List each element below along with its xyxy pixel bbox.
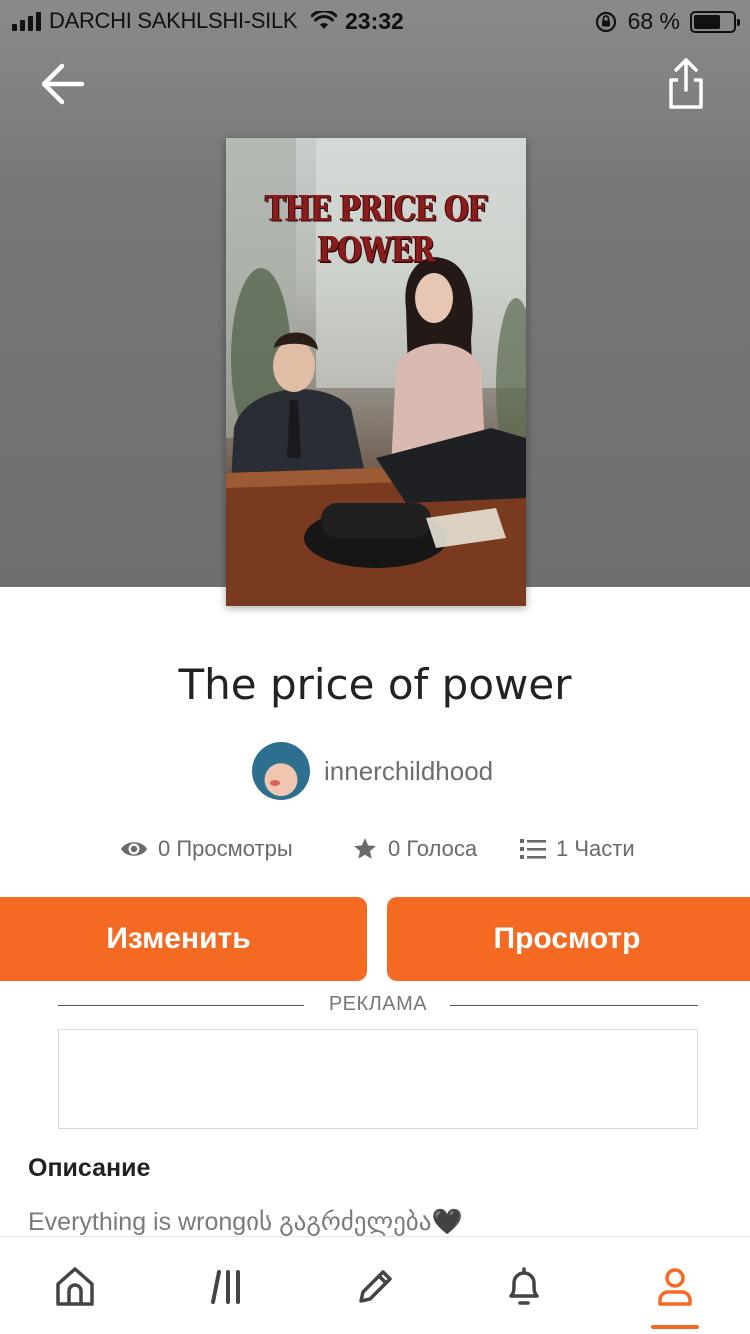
description-text: Everything is wrongის გაგრძელება🖤 (28, 1208, 463, 1236)
views-stat: 0 Просмотры (120, 830, 293, 868)
bottom-tab-bar (0, 1236, 750, 1334)
votes-stat: 0 Голоса (352, 830, 477, 868)
parts-stat: 1 Части (520, 830, 635, 868)
eye-icon (121, 842, 147, 856)
share-icon (669, 58, 703, 109)
ad-slot[interactable] (58, 1029, 698, 1129)
star-icon (354, 838, 376, 859)
orientation-lock-icon (595, 11, 616, 32)
avatar (252, 742, 310, 800)
parts-count: 1 Части (556, 836, 635, 861)
story-stats: 0 Просмотры 0 Голоса 1 Части (0, 830, 750, 868)
description-heading: Описание (28, 1154, 151, 1182)
clock: 23:32 (345, 8, 404, 34)
library-icon (211, 1270, 240, 1304)
cover-title-text: THE PRICE OF POWER (265, 187, 487, 271)
back-button[interactable] (36, 58, 92, 110)
edit-button[interactable]: Изменить (0, 897, 367, 981)
home-icon (56, 1267, 94, 1306)
tab-library[interactable] (196, 1257, 256, 1317)
write-icon (359, 1270, 392, 1303)
ad-label-row: РЕКЛАМА (58, 993, 698, 1017)
battery-percent: 68 % (627, 8, 680, 34)
notifications-icon (509, 1267, 539, 1305)
author-link[interactable]: innerchildhood (252, 742, 493, 800)
tab-notifications[interactable] (494, 1257, 554, 1317)
author-name: innerchildhood (324, 755, 494, 786)
tab-write[interactable] (345, 1257, 405, 1317)
story-title: The price of power (178, 660, 572, 709)
divider-right (450, 1005, 698, 1006)
wifi-icon (311, 11, 338, 29)
preview-button[interactable]: Просмотр (387, 897, 750, 981)
carrier-name: DARCHI SAKHLSHI-SILK (49, 8, 298, 33)
share-button[interactable] (664, 56, 708, 112)
votes-count: 0 Голоса (388, 836, 478, 861)
views-count: 0 Просмотры (158, 836, 293, 861)
battery-icon (690, 10, 740, 33)
list-icon (520, 839, 546, 859)
profile-icon (658, 1268, 692, 1306)
active-tab-indicator (651, 1325, 699, 1329)
tab-profile[interactable] (645, 1257, 705, 1317)
signal-icon (12, 11, 41, 31)
arrow-left-icon (41, 63, 85, 105)
status-bar: DARCHI SAKHLSHI-SILK 23:32 68 % (0, 0, 750, 40)
book-cover[interactable]: THE PRICE OF POWER (226, 138, 526, 606)
tab-home[interactable] (45, 1257, 105, 1317)
